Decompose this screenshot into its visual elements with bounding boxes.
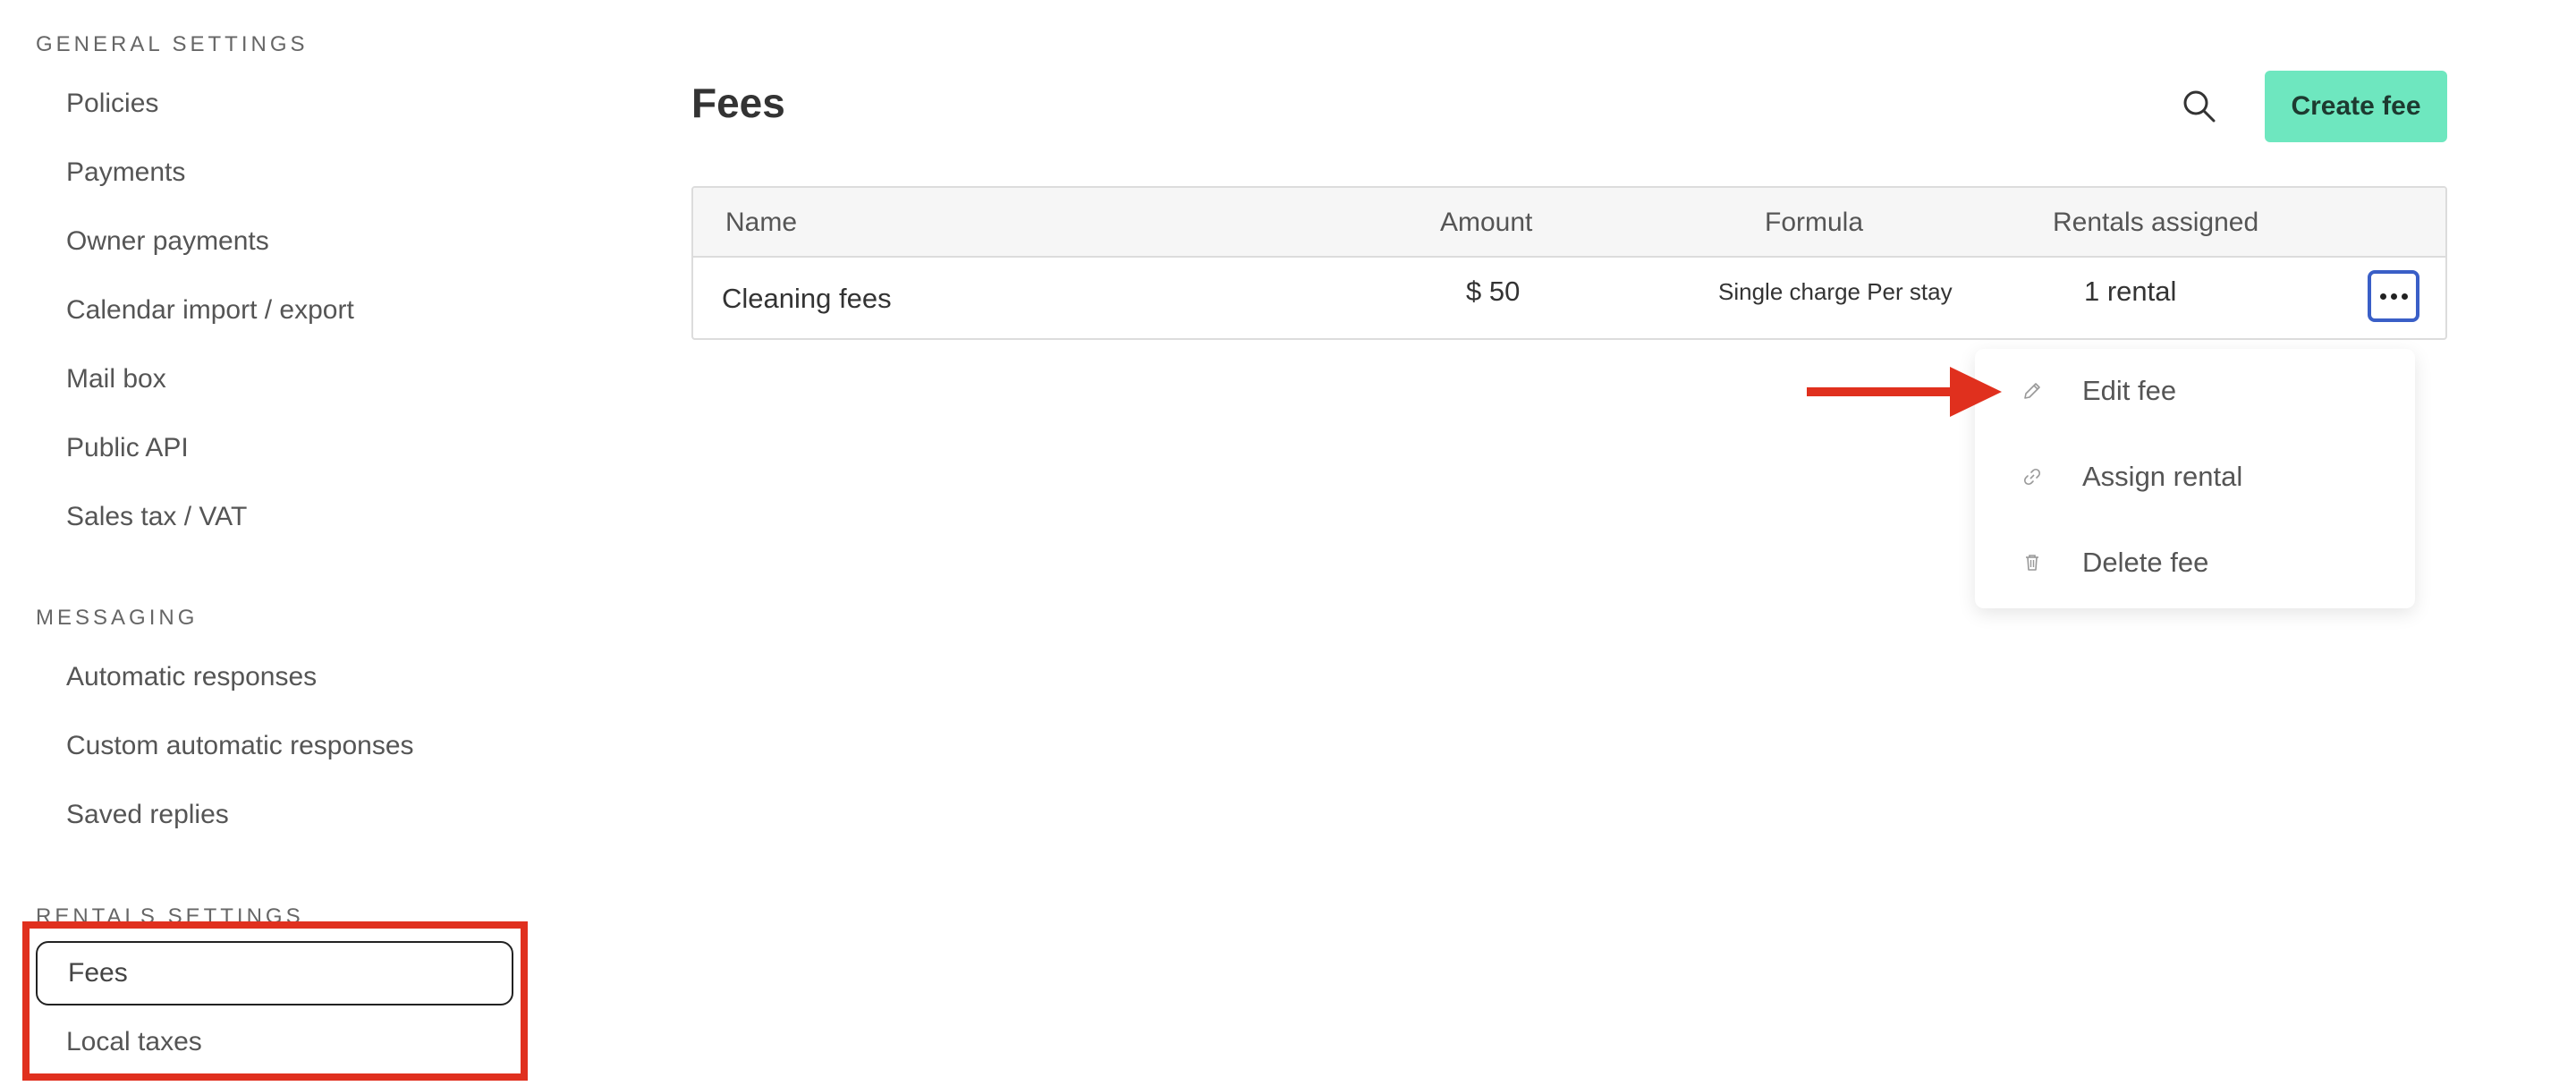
create-fee-button[interactable]: Create fee — [2265, 71, 2447, 142]
menu-item-label: Delete fee — [2082, 547, 2209, 578]
menu-item-edit-fee[interactable]: Edit fee — [1975, 351, 2415, 431]
more-dot — [2379, 293, 2386, 300]
section-title-messaging: MESSAGING — [36, 606, 199, 630]
search-icon — [2183, 90, 2216, 123]
menu-item-assign-rental[interactable]: Assign rental — [1975, 437, 2415, 517]
table-row[interactable]: Cleaning fees $ 50 Single charge Per sta… — [693, 258, 2445, 338]
fees-table: Name Amount Formula Rentals assigned Cle… — [691, 186, 2447, 340]
section-title-general: GENERAL SETTINGS — [36, 32, 309, 56]
settings-sidebar: GENERAL SETTINGS Policies Payments Owner… — [0, 0, 537, 1086]
sidebar-item-payments[interactable]: Payments — [36, 140, 513, 205]
search-button[interactable] — [2177, 84, 2222, 129]
trash-icon — [2020, 550, 2045, 575]
cell-rentals-assigned: 1 rental — [2084, 276, 2177, 307]
cell-amount: $ 50 — [1466, 276, 1521, 307]
sidebar-item-owner-payments[interactable]: Owner payments — [36, 209, 513, 274]
row-actions-button[interactable] — [2368, 270, 2419, 322]
menu-item-label: Assign rental — [2082, 461, 2243, 492]
cell-fee-name: Cleaning fees — [722, 283, 892, 314]
sidebar-item-saved-replies[interactable]: Saved replies — [36, 783, 513, 847]
sidebar-item-automatic-responses[interactable]: Automatic responses — [36, 645, 513, 709]
annotation-arrow — [1807, 367, 2002, 417]
sidebar-item-calendar-import-export[interactable]: Calendar import / export — [36, 278, 513, 343]
pencil-icon — [2020, 378, 2045, 403]
row-actions-menu: Edit fee Assign rental Delete fee — [1975, 349, 2415, 608]
page-title: Fees — [691, 80, 785, 126]
sidebar-item-mail-box[interactable]: Mail box — [36, 347, 513, 411]
column-header-amount[interactable]: Amount — [1440, 188, 1532, 258]
cell-formula: Single charge Per stay — [1718, 277, 1953, 305]
menu-item-delete-fee[interactable]: Delete fee — [1975, 522, 2415, 603]
column-header-rentals-assigned[interactable]: Rentals assigned — [2053, 188, 2258, 258]
sidebar-item-public-api[interactable]: Public API — [36, 416, 513, 480]
highlight-box — [22, 921, 528, 1081]
sidebar-item-sales-tax-vat[interactable]: Sales tax / VAT — [36, 485, 513, 549]
link-icon — [2020, 464, 2045, 489]
column-header-name[interactable]: Name — [725, 188, 797, 258]
table-header: Name Amount Formula Rentals assigned — [693, 188, 2445, 258]
column-header-formula[interactable]: Formula — [1765, 188, 1863, 258]
sidebar-item-custom-automatic-responses[interactable]: Custom automatic responses — [36, 714, 513, 778]
more-dot — [2401, 293, 2408, 300]
menu-item-label: Edit fee — [2082, 375, 2177, 406]
more-dot — [2390, 293, 2397, 300]
sidebar-item-policies[interactable]: Policies — [36, 72, 513, 136]
